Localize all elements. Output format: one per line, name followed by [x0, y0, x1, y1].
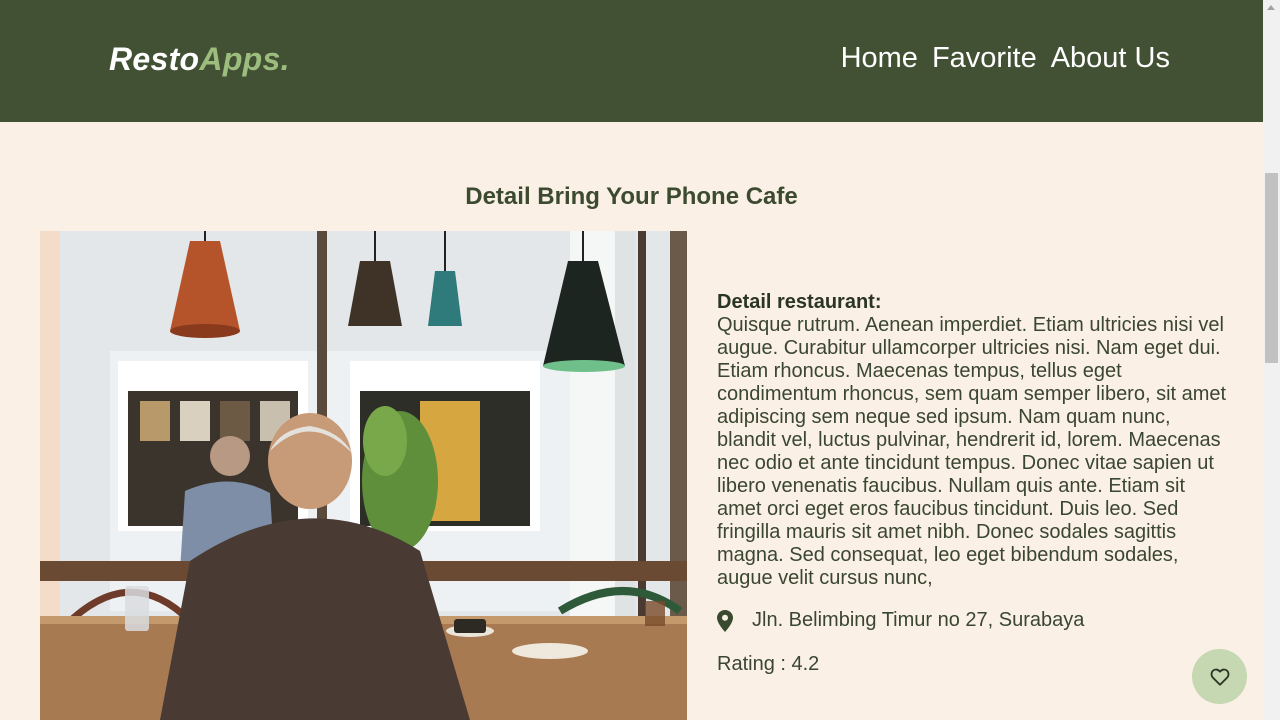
heart-outline-icon — [1210, 668, 1229, 686]
restaurant-rating: Rating : 4.2 — [717, 653, 820, 675]
detail-label: Detail restaurant: — [717, 291, 882, 313]
nav-link-favorite[interactable]: Favorite — [932, 42, 1037, 75]
logo-main-text: Resto — [109, 41, 200, 77]
vertical-scrollbar[interactable] — [1263, 0, 1280, 720]
page-title: Detail Bring Your Phone Cafe — [465, 183, 798, 210]
logo-accent-text: Apps. — [199, 41, 290, 77]
map-marker-icon — [717, 609, 733, 632]
restaurant-detail: Detail restaurant: Quisque rutrum. Aenea… — [717, 291, 1229, 590]
scroll-up-arrow-icon[interactable] — [1267, 5, 1275, 10]
restaurant-image — [40, 231, 687, 720]
main-nav: Home Favorite About Us — [841, 42, 1170, 75]
nav-link-about-us[interactable]: About Us — [1051, 42, 1170, 75]
site-logo[interactable]: RestoApps. — [109, 41, 290, 78]
site-header: RestoApps. Home Favorite About Us — [0, 0, 1263, 122]
restaurant-description: Quisque rutrum. Aenean imperdiet. Etiam … — [717, 314, 1227, 589]
favorite-button[interactable] — [1192, 649, 1247, 704]
address-row: Jln. Belimbing Timur no 27, Surabaya — [717, 609, 1084, 632]
scroll-thumb[interactable] — [1265, 173, 1278, 363]
restaurant-address: Jln. Belimbing Timur no 27, Surabaya — [752, 609, 1085, 631]
nav-link-home[interactable]: Home — [841, 42, 918, 75]
page: RestoApps. Home Favorite About Us Detail… — [0, 0, 1280, 720]
